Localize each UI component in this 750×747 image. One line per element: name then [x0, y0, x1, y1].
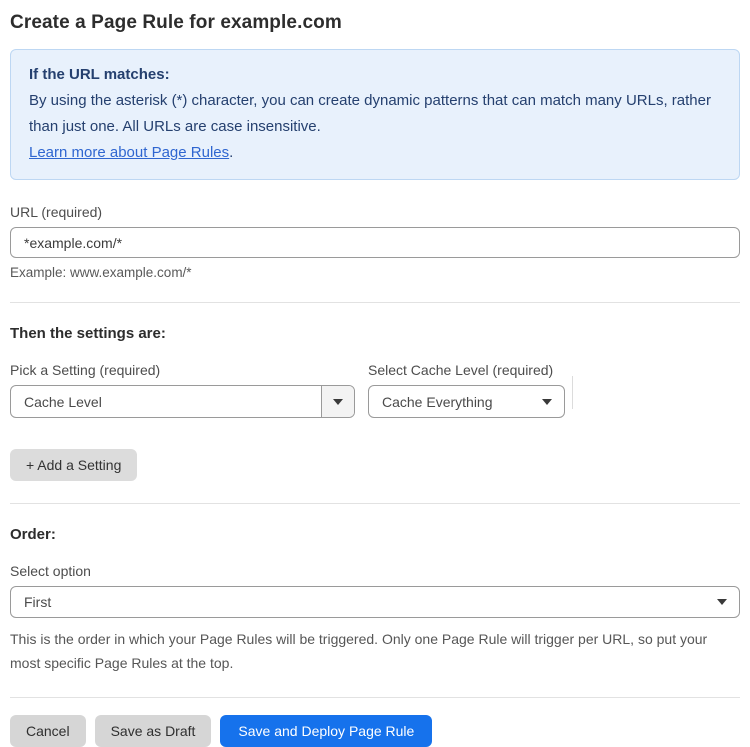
info-box-heading: If the URL matches:	[29, 66, 170, 83]
cache-level-dropdown[interactable]: Cache Everything	[368, 385, 565, 418]
cache-level-arrow	[534, 398, 564, 405]
link-suffix: .	[229, 144, 234, 161]
cache-level-label: Select Cache Level (required)	[368, 362, 554, 378]
order-dropdown[interactable]: First	[10, 586, 740, 618]
setting-picker-label: Pick a Setting (required)	[10, 362, 161, 378]
add-setting-button[interactable]: + Add a Setting	[10, 449, 138, 481]
page-rule-form: Create a Page Rule for example.com If th…	[0, 0, 750, 747]
setting-picker-arrow-button[interactable]	[321, 386, 354, 417]
divider	[10, 302, 740, 303]
caret-down-icon	[717, 599, 727, 605]
divider	[10, 697, 740, 698]
divider	[10, 503, 740, 504]
order-section-heading: Order:	[10, 526, 56, 543]
cancel-button[interactable]: Cancel	[10, 715, 86, 747]
info-box-link-line: Learn more about Page Rules.	[29, 140, 721, 166]
save-and-deploy-button[interactable]: Save and Deploy Page Rule	[220, 715, 433, 747]
order-helper-text: This is the order in which your Page Rul…	[10, 631, 708, 671]
caret-down-icon	[333, 398, 343, 405]
url-example-helper: Example: www.example.com/*	[10, 265, 192, 280]
setting-picker-column: Pick a Setting (required) Cache Level	[10, 342, 355, 418]
learn-more-link[interactable]: Learn more about Page Rules	[29, 144, 229, 161]
save-as-draft-button[interactable]: Save as Draft	[94, 715, 212, 747]
settings-section-heading: Then the settings are:	[10, 325, 166, 342]
setting-picker-dropdown[interactable]: Cache Level	[10, 385, 355, 418]
url-matches-info-box: If the URL matches: By using the asteris…	[10, 49, 740, 180]
url-field-label: URL (required)	[10, 204, 103, 220]
settings-row: Pick a Setting (required) Cache Level Se…	[10, 342, 740, 418]
order-arrow	[709, 599, 739, 605]
cache-level-column: Select Cache Level (required) Cache Ever…	[368, 342, 580, 418]
caret-down-icon	[542, 398, 552, 405]
page-title: Create a Page Rule for example.com	[10, 12, 342, 33]
url-input[interactable]	[10, 227, 740, 258]
vertical-divider	[572, 376, 573, 409]
order-value: First	[24, 594, 52, 610]
footer-actions: Cancel Save as Draft Save and Deploy Pag…	[10, 715, 740, 747]
info-box-body: By using the asterisk (*) character, you…	[29, 92, 711, 135]
setting-picker-value: Cache Level	[24, 393, 102, 410]
order-select-label: Select option	[10, 563, 91, 579]
cache-level-value: Cache Everything	[382, 393, 493, 410]
